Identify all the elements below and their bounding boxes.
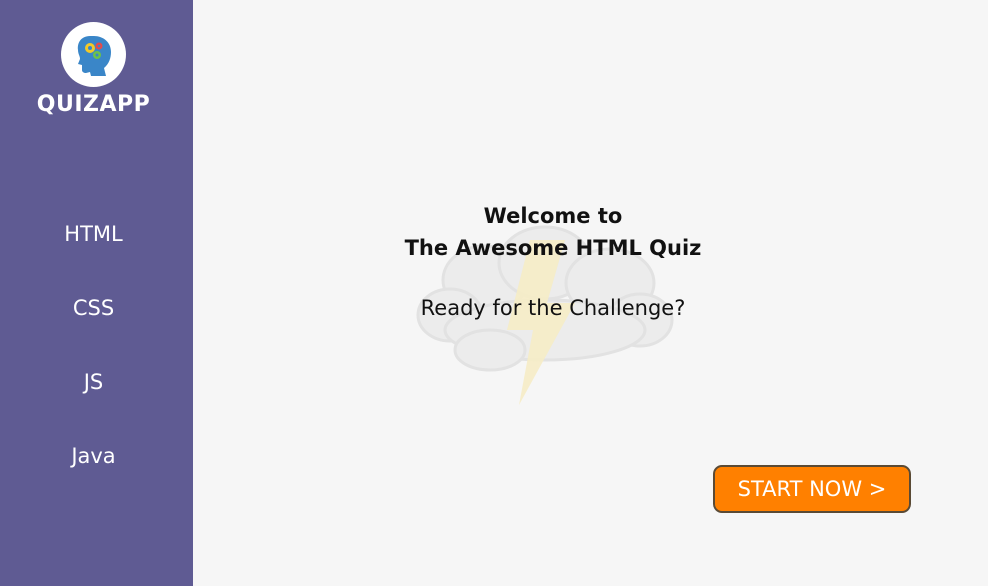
- sidebar-item-java[interactable]: Java: [0, 422, 187, 496]
- sidebar-item-css[interactable]: CSS: [0, 274, 187, 348]
- logo[interactable]: [61, 22, 126, 87]
- brain-gears-icon: [77, 36, 111, 76]
- welcome-line-2: The Awesome HTML Quiz: [404, 236, 702, 261]
- sidebar-item-js[interactable]: JS: [0, 348, 187, 422]
- welcome-line-1: Welcome to: [483, 204, 623, 229]
- main-content: Welcome to The Awesome HTML Quiz Ready f…: [193, 0, 988, 586]
- start-now-button[interactable]: START NOW >: [713, 465, 911, 513]
- quiz-app: QUIZAPP HTML CSS JS Java Welcome to The …: [0, 0, 988, 586]
- challenge-tagline: Ready for the Challenge?: [420, 296, 686, 320]
- sidebar-nav: HTML CSS JS Java: [0, 200, 187, 496]
- brand-name: QUIZAPP: [36, 92, 151, 117]
- sidebar: QUIZAPP HTML CSS JS Java: [0, 0, 193, 586]
- sidebar-item-html[interactable]: HTML: [0, 200, 187, 274]
- welcome-heading: Welcome to The Awesome HTML Quiz: [193, 200, 913, 264]
